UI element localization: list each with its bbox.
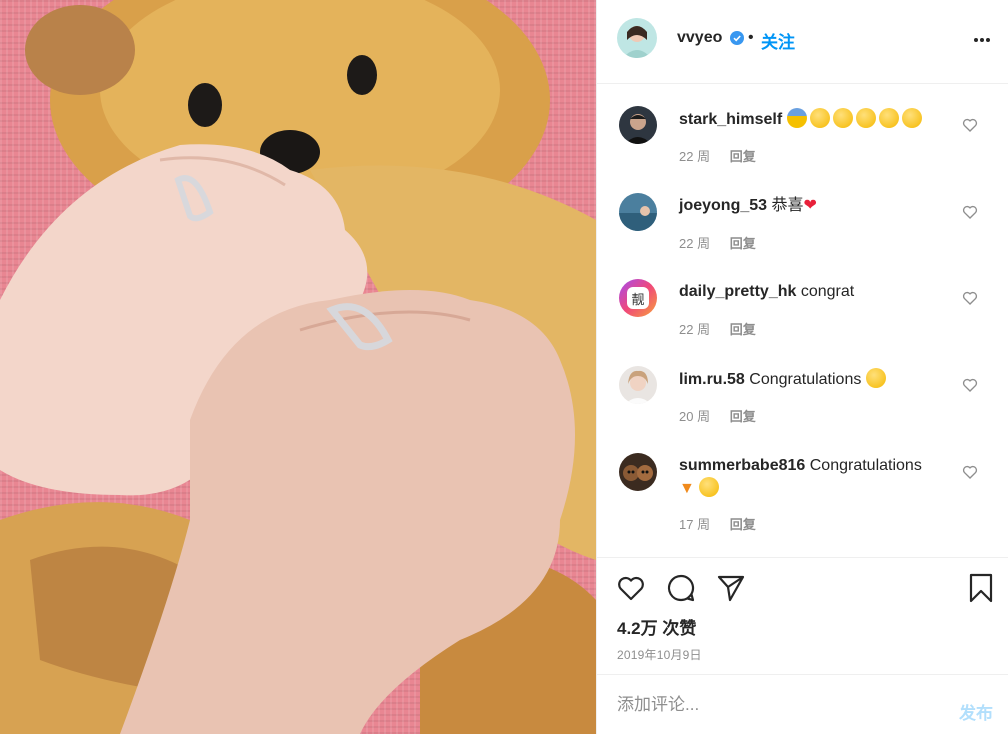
comment-time: 17 周 — [679, 517, 711, 532]
comment-time: 20 周 — [679, 409, 711, 424]
comment-body: Congratulations — [809, 457, 922, 474]
persevering-face-emoji-icon — [809, 108, 830, 128]
author-avatar[interactable] — [617, 18, 657, 58]
steam-face-emoji-icon — [901, 108, 922, 128]
composer-divider — [597, 674, 1008, 675]
party-emoji-icon — [699, 477, 720, 497]
comment-emojis — [786, 108, 925, 128]
comment-time: 22 周 — [679, 149, 711, 164]
comment-text: joeyong_53 恭喜❤ — [679, 195, 959, 217]
reply-button[interactable]: 回复 — [730, 236, 756, 251]
add-comment-input[interactable] — [617, 688, 937, 722]
more-options-icon[interactable] — [973, 30, 995, 50]
post-comment-button[interactable]: 发布 — [959, 699, 993, 724]
reply-button[interactable]: 回复 — [730, 149, 756, 164]
post-date: 2019年10月9日 — [617, 648, 702, 662]
comment-text: lim.ru.58 Congratulations — [679, 368, 959, 391]
comment-body: Congratulations — [749, 371, 862, 388]
comment-like-heart-icon[interactable] — [961, 289, 979, 307]
comment-icon[interactable] — [665, 572, 697, 604]
avatar-pool-icon — [619, 193, 657, 231]
comment-body: congrat — [800, 283, 855, 300]
comment-username[interactable]: joeyong_53 — [679, 197, 767, 214]
carrot-emoji-icon: ▼ — [679, 480, 695, 497]
bear-ear — [25, 5, 135, 95]
comment-time: 22 周 — [679, 236, 711, 251]
comment-username[interactable]: summerbabe816 — [679, 457, 805, 474]
comment-like-heart-icon[interactable] — [961, 203, 979, 221]
avatar-brand-logo-icon: 靓 — [619, 279, 657, 317]
fearful-face-emoji-icon — [786, 108, 807, 128]
follow-button[interactable]: 关注 — [761, 28, 795, 53]
comment-username[interactable]: lim.ru.58 — [679, 371, 745, 388]
comment-meta: 22 周 回复 — [679, 319, 772, 338]
header-separator: • — [748, 29, 754, 46]
comment-time: 22 周 — [679, 322, 711, 337]
comment-text: stark_himself — [679, 108, 959, 131]
heart-icon[interactable] — [615, 572, 647, 604]
comment-meta: 20 周 回复 — [679, 406, 772, 425]
avatar-pets-icon — [619, 453, 657, 491]
crying-face-emoji-icon — [878, 108, 899, 128]
verified-badge-icon — [730, 31, 744, 45]
comment-avatar[interactable] — [619, 106, 657, 144]
comment-avatar[interactable] — [619, 366, 657, 404]
comment-like-heart-icon[interactable] — [961, 116, 979, 134]
comment-meta: 17 周 回复 — [679, 514, 772, 533]
comment-text: summerbabe816 Congratulations ▼ — [679, 455, 959, 500]
reply-button[interactable]: 回复 — [730, 322, 756, 337]
bear-right-eye — [347, 55, 377, 95]
bookmark-icon[interactable] — [965, 572, 997, 604]
comment-like-heart-icon[interactable] — [961, 376, 979, 394]
comment-username[interactable]: stark_himself — [679, 111, 782, 128]
avatar-photo-icon — [617, 18, 657, 58]
comment-body: 恭喜 — [771, 197, 804, 214]
sad-relieved-face-emoji-icon — [832, 108, 853, 128]
comment-like-heart-icon[interactable] — [961, 463, 979, 481]
author-username[interactable]: vvyeo — [677, 29, 722, 47]
comment-avatar[interactable] — [619, 453, 657, 491]
comment-meta: 22 周 回复 — [679, 233, 772, 252]
tired-face-emoji-icon — [855, 108, 876, 128]
red-heart-emoji-icon: ❤ — [803, 197, 817, 214]
party-emoji-icon — [865, 368, 886, 388]
post-panel: vvyeo • 关注 stark_himself 22 周 回复 joeyong… — [596, 0, 1008, 734]
post-photo[interactable] — [0, 0, 596, 734]
avatar-man-icon — [619, 106, 657, 144]
comment-username[interactable]: daily_pretty_hk — [679, 283, 796, 300]
reply-button[interactable]: 回复 — [730, 517, 756, 532]
share-icon[interactable] — [715, 572, 747, 604]
photo-illustration — [0, 0, 596, 734]
comment-avatar[interactable] — [619, 193, 657, 231]
reply-button[interactable]: 回复 — [730, 409, 756, 424]
avatar-logo-text: 靓 — [631, 293, 644, 308]
comment-meta: 22 周 回复 — [679, 146, 772, 165]
likes-count[interactable]: 4.2万 次赞 — [617, 614, 696, 639]
post-header: vvyeo • 关注 — [597, 0, 1008, 84]
actions-divider — [597, 557, 1008, 558]
comment-text: daily_pretty_hk congrat — [679, 281, 959, 303]
avatar-woman-icon — [619, 366, 657, 404]
comment-avatar[interactable]: 靓 — [619, 279, 657, 317]
action-bar — [597, 568, 1008, 608]
bear-left-eye — [188, 83, 222, 127]
